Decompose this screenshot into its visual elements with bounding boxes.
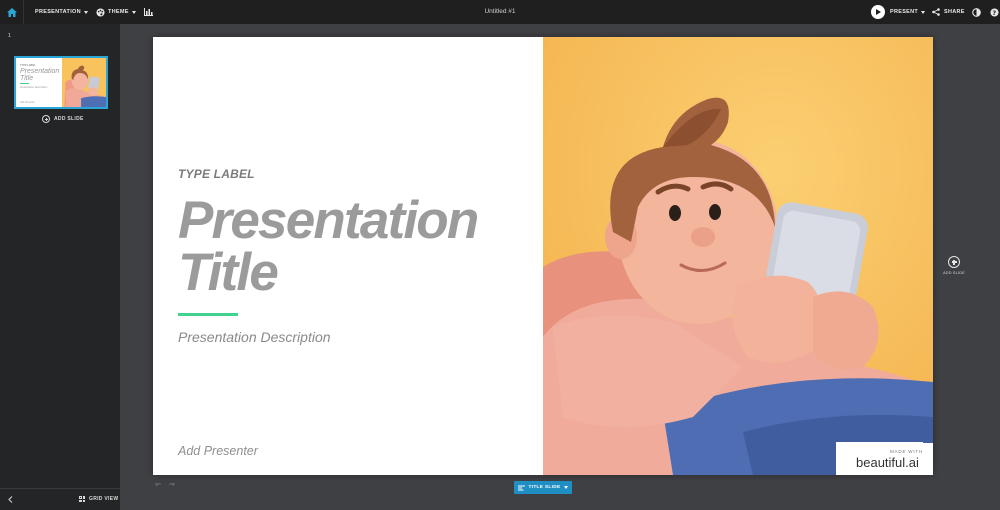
- add-slide-label: ADD SLIDE: [54, 116, 84, 122]
- analytics-button[interactable]: [144, 0, 153, 24]
- svg-text:?: ?: [993, 9, 997, 16]
- slide-canvas[interactable]: TYPE LABEL Presentation Title Presentati…: [153, 37, 933, 475]
- collapse-sidebar-button[interactable]: [8, 496, 13, 505]
- theme-menu-label: THEME: [108, 9, 129, 15]
- presentation-description[interactable]: Presentation Description: [178, 329, 331, 345]
- help-button[interactable]: ?: [990, 0, 999, 24]
- grid-icon: [79, 496, 85, 502]
- thumbnail-text-panel: TYPE LABEL Presentation Title Presentati…: [16, 58, 62, 107]
- thumbnail-title: Presentation Title: [20, 68, 60, 82]
- share-label: SHARE: [944, 9, 965, 15]
- chevron-down-icon: [83, 10, 88, 14]
- bar-chart-icon: [144, 8, 153, 16]
- chevron-down-icon: [563, 486, 568, 489]
- character-illustration: [543, 37, 933, 475]
- share-icon: [932, 8, 940, 16]
- redo-icon[interactable]: [168, 482, 175, 488]
- slide-thumbnail[interactable]: TYPE LABEL Presentation Title Presentati…: [14, 56, 108, 109]
- slide-image[interactable]: MADE WITH beautiful.ai: [543, 37, 933, 475]
- top-bar: PRESENTATION THEME Untitled #1 PRESENT S…: [0, 0, 1000, 24]
- badge-brand: beautiful.ai: [856, 455, 919, 470]
- undo-redo-controls: [155, 482, 175, 488]
- present-label: PRESENT: [890, 9, 919, 15]
- thumbnail-description: Presentation Description: [20, 86, 48, 89]
- present-button[interactable]: PRESENT: [871, 0, 926, 24]
- grid-view-label: GRID VIEW: [89, 496, 119, 502]
- grid-view-button[interactable]: GRID VIEW: [79, 496, 118, 502]
- home-button[interactable]: [0, 0, 24, 24]
- accent-line: [178, 313, 238, 316]
- share-button[interactable]: SHARE: [932, 0, 965, 24]
- plus-circle-icon: [42, 115, 50, 123]
- add-slide-button[interactable]: ADD SLIDE: [42, 115, 84, 123]
- sidebar-footer: GRID VIEW: [0, 488, 120, 510]
- chevron-left-icon: [8, 496, 13, 503]
- theme-menu[interactable]: THEME: [96, 0, 136, 24]
- slide-text-panel: TYPE LABEL Presentation Title Presentati…: [153, 37, 543, 475]
- help-icon: ?: [990, 7, 999, 16]
- slide-layout-label: TITLE SLIDE: [528, 485, 561, 490]
- undo-icon[interactable]: [155, 482, 162, 488]
- presentation-menu-label: PRESENTATION: [35, 9, 81, 15]
- type-label[interactable]: TYPE LABEL: [178, 167, 255, 181]
- layout-icon: [518, 485, 526, 490]
- slide-number: 1: [8, 33, 12, 39]
- slide-sidebar: 1 TYPE LABEL Presentation Title Presenta…: [0, 24, 120, 510]
- add-slide-after-button[interactable]: ADD SLIDE: [943, 256, 965, 275]
- title-line-2: Title: [178, 243, 279, 302]
- chevron-down-icon: [921, 10, 926, 14]
- play-icon: [871, 5, 885, 19]
- presentation-menu[interactable]: PRESENTATION: [35, 0, 88, 24]
- presentation-title[interactable]: Presentation Title: [178, 191, 538, 302]
- slide-layout-button[interactable]: TITLE SLIDE: [514, 481, 572, 494]
- plus-circle-icon: [948, 256, 960, 268]
- thumbnail-presenter: Add Presenter: [20, 102, 35, 104]
- add-slide-after-label: ADD SLIDE: [943, 271, 965, 275]
- presenter-field[interactable]: Add Presenter: [178, 444, 258, 458]
- badge-made-with: MADE WITH: [890, 449, 923, 454]
- contrast-icon: [972, 7, 981, 17]
- dark-mode-toggle[interactable]: [972, 0, 981, 24]
- palette-icon: [96, 7, 105, 17]
- home-icon: [6, 7, 17, 17]
- chevron-down-icon: [131, 10, 136, 14]
- title-line-1: Presentation: [178, 191, 479, 250]
- thumbnail-image: [62, 58, 106, 107]
- thumbnail-accent-line: [20, 83, 29, 84]
- thumbnail-type-label: TYPE LABEL: [20, 64, 36, 67]
- made-with-badge[interactable]: MADE WITH beautiful.ai: [846, 443, 933, 475]
